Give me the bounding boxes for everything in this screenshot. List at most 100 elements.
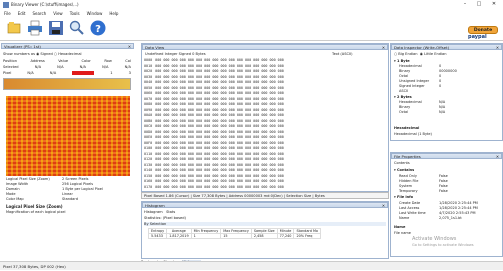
hex-row-address: 0040 <box>144 80 153 84</box>
hex-row-address: 0050 <box>144 85 153 90</box>
grid-row-selected: Selected N/A N/A N/A N/A N/A <box>3 65 131 69</box>
radio-hex[interactable]: ○ Hexadecimal <box>54 52 82 56</box>
prop-color-map[interactable]: Color Map Standard <box>6 197 78 201</box>
activate-windows-subtext: Go to Settings to activate Windows <box>412 243 474 247</box>
prop-zoom[interactable]: Logical Pixel Size (Zoom) 2 Screen Pixels <box>6 177 88 181</box>
tab-histogram[interactable]: Histogram <box>144 210 163 214</box>
fp-file-info[interactable]: ▾ File Info <box>394 195 413 199</box>
tab-stats[interactable]: Stats <box>166 210 175 214</box>
hex-row-values: 000 000 000 000 000 000 000 000 000 000 … <box>155 58 284 62</box>
fp-desc-label: Name <box>394 225 406 229</box>
hex-row-values: 000 000 000 000 000 000 000 000 000 000 … <box>155 151 284 156</box>
data-view-panel: Data View ✕ Undefined Integer Signed 0 By… <box>141 43 389 192</box>
histogram-tabs: Histogram Stats <box>144 210 175 214</box>
close-icon[interactable]: ✕ <box>496 45 499 50</box>
hex-row-values: 000 000 000 000 000 000 000 000 000 000 … <box>155 113 284 117</box>
save-icon[interactable] <box>47 19 65 37</box>
activate-windows-watermark: Activate Windows <box>412 236 457 242</box>
hex-row-address: 00E0 <box>144 135 153 139</box>
hex-row-values: 000 000 000 000 000 000 000 000 000 000 … <box>155 157 284 161</box>
di2-hex: Hexadecimal N/A <box>399 100 446 104</box>
fp-hidden: Hidden File False <box>399 179 448 183</box>
hex-row-values: 000 000 000 000 000 000 000 000 000 000 … <box>155 80 284 84</box>
histogram-header: Histogram ✕ <box>142 202 388 208</box>
file-props-sub: Contents <box>394 161 410 165</box>
fp-system: System False <box>399 184 448 188</box>
di-ascii: ASCII <box>399 89 409 93</box>
minimize-button[interactable]: – <box>458 0 472 9</box>
hex-row-address: 00D0 <box>144 129 153 134</box>
donate-button[interactable]: Donate <box>468 26 498 34</box>
hex-row-address: 0130 <box>144 162 153 167</box>
hex-row-values: 000 000 000 000 000 000 000 000 000 000 … <box>155 162 284 167</box>
hex-row-address: 0030 <box>144 74 153 79</box>
close-icon[interactable]: ✕ <box>382 45 385 50</box>
close-icon[interactable]: ✕ <box>382 203 385 208</box>
hex-row-values: 000 000 000 000 000 000 000 000 000 000 … <box>155 129 284 134</box>
print-icon[interactable] <box>26 19 44 37</box>
group-2-bytes[interactable]: ▾ 2 Bytes <box>394 95 412 99</box>
radio-big-endian[interactable]: ○ Big Endian <box>394 52 417 56</box>
histogram-note: Statistics: (Pixel based) <box>144 216 186 220</box>
hex-row-address: 0120 <box>144 157 153 161</box>
hex-row-values: 000 000 000 000 000 000 000 000 000 000 … <box>155 168 284 172</box>
hex-row-address: 0060 <box>144 91 153 95</box>
color-map-strip[interactable] <box>3 78 131 90</box>
hex-row-values: 000 000 000 000 000 000 000 000 000 000 … <box>155 63 284 68</box>
pixel-visualization[interactable] <box>6 96 130 176</box>
data-inspector-header: Data Inspector (Write-Offset) ✕ <box>391 44 502 50</box>
fp-last-write: Last Write time 4/7/2020 2:55:43 PM <box>399 211 476 215</box>
hex-row-values: 000 000 000 000 000 000 000 000 000 000 … <box>155 146 284 150</box>
svg-text:?: ? <box>95 24 101 35</box>
status-bar: Pixel 37,308 Bytes, DP 002 (Hex) <box>0 261 503 270</box>
hex-row-address: 0170 <box>144 184 153 189</box>
search-icon[interactable] <box>68 19 86 37</box>
by-selection-section: By Selection <box>144 222 386 226</box>
hex-row-address: 00F0 <box>144 140 153 145</box>
hex-row-values: 000 000 000 000 000 000 000 000 000 000 … <box>155 124 284 128</box>
hex-row-values: 000 000 000 000 000 000 000 000 000 000 … <box>155 107 284 112</box>
grid-row-pixel: Pixel N/A N/A 1 3 <box>3 71 131 75</box>
radio-signed[interactable]: ◉ Signed <box>36 52 53 56</box>
prop-desc-title: Logical Pixel Size (Zoom) <box>6 204 63 209</box>
close-button[interactable]: ✕ <box>487 0 501 9</box>
hex-row-address: 0100 <box>144 146 153 150</box>
hex-row-address: 0080 <box>144 102 153 106</box>
fp-create-date: Create Date 1/28/2020 2:25:44 PM <box>399 201 478 205</box>
di-octal: Octal 0 <box>399 74 442 78</box>
menu-view[interactable]: View <box>53 11 63 16</box>
file-properties-header: File Properties ✕ <box>391 153 502 159</box>
menu-edit[interactable]: Edit <box>18 11 26 16</box>
hex-row-values: 000 000 000 000 000 000 000 000 000 000 … <box>155 140 284 145</box>
hex-row-address: 0150 <box>144 173 153 178</box>
fp-contains[interactable]: ▾ Contains <box>394 168 414 172</box>
menu-tools[interactable]: Tools <box>70 11 80 16</box>
hex-row-values: 000 000 000 000 000 000 000 000 000 000 … <box>155 91 284 95</box>
prop-image-width[interactable]: Image Width 256 Logical Pixels <box>6 182 93 186</box>
hex-row-address: 0140 <box>144 168 153 172</box>
hex-row[interactable]: 0170 000 000 000 000 000 000 000 000 000 … <box>144 185 284 191</box>
close-icon[interactable]: ✕ <box>496 154 499 159</box>
group-1-byte[interactable]: ▾ 1 Byte <box>394 59 410 63</box>
open-file-icon[interactable] <box>5 19 23 37</box>
hex-row-address: 00C0 <box>144 124 153 128</box>
menu-window[interactable]: Window <box>87 11 103 16</box>
help-icon[interactable]: ? <box>89 19 107 37</box>
menu-file[interactable]: File <box>4 11 11 16</box>
maximize-button[interactable]: □ <box>472 0 486 9</box>
visualizer-header: Visualizer (PS:: 1st) ✕ <box>1 43 134 49</box>
hex-row-values: 000 000 000 000 000 000 000 000 000 000 … <box>155 85 284 90</box>
menu-search[interactable]: Search <box>32 11 46 16</box>
di-footer-value: Hexadecimal (1 Byte) <box>394 132 432 136</box>
close-icon[interactable]: ✕ <box>128 44 131 49</box>
hex-grid[interactable]: 0000 000 000 000 000 000 000 000 000 000 … <box>144 58 388 191</box>
data-view-status: Pixel Based 1.86 (Cursor) | Size 77,308 … <box>141 192 389 199</box>
radio-little-endian[interactable]: ◉ Little Endian <box>420 52 447 56</box>
endian-options: ○ Big Endian ◉ Little Endian <box>394 52 447 56</box>
di2-octal: Octal N/A <box>399 110 446 114</box>
prop-domain[interactable]: Domain 1 Byte per Logical Pixel <box>6 187 103 191</box>
menu-help[interactable]: Help <box>109 11 118 16</box>
fp-readonly: Read Only False <box>399 174 448 178</box>
hex-row-values: 000 000 000 000 000 000 000 000 000 000 … <box>155 135 284 139</box>
prop-mode[interactable]: Mode Linear <box>6 192 73 196</box>
